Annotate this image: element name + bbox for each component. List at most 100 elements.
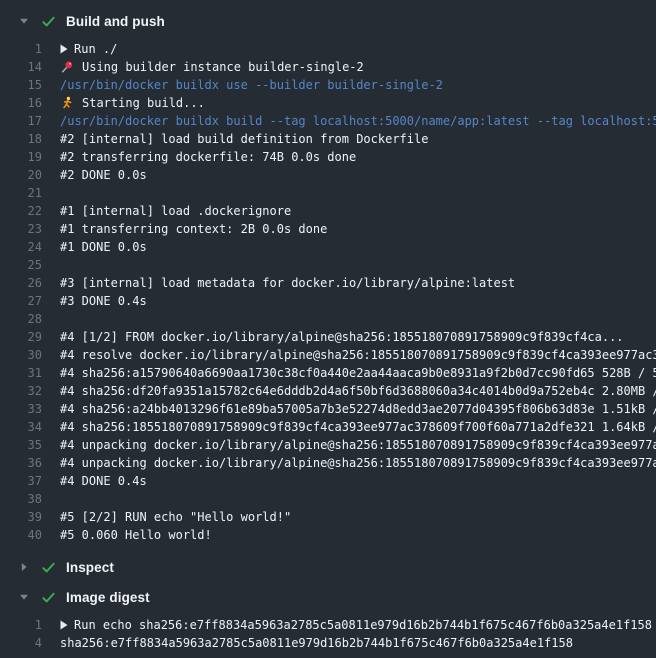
log-line-content: #2 DONE 0.0s — [60, 166, 147, 184]
log-line[interactable]: 1 Run echo sha256:e7ff8834a5963a2785c5a08… — [0, 616, 656, 634]
section-header-build-and-push[interactable]: Build and push — [0, 6, 656, 36]
log-text: #2 DONE 0.0s — [60, 166, 147, 184]
line-number[interactable]: 28 — [0, 310, 42, 328]
log-text: #4 [1/2] FROM docker.io/library/alpine@s… — [60, 328, 624, 346]
check-icon — [40, 14, 56, 29]
log-line[interactable]: 27 #3 DONE 0.4s — [0, 292, 656, 310]
log-line[interactable]: 30#4 resolve docker.io/library/alpine@sh… — [0, 346, 656, 364]
log-line-content: #4 sha256:a15790640a6690aa1730c38cf0a440… — [60, 364, 656, 382]
line-number[interactable]: 1 — [0, 616, 42, 634]
log-line[interactable]: 19#2 transferring dockerfile: 74B 0.0s d… — [0, 148, 656, 166]
line-number[interactable]: 16 — [0, 94, 42, 112]
line-number[interactable]: 18 — [0, 130, 42, 148]
log-line[interactable]: 32 #4 sha256:df20fa9351a15782c64e6dddb2d4… — [0, 382, 656, 400]
log-text: Starting build... — [82, 94, 205, 112]
log-line[interactable]: 15/usr/bin/docker buildx use --builder b… — [0, 76, 656, 94]
line-number[interactable]: 33 — [0, 400, 42, 418]
log-text: #4 sha256:185518070891758909c9f839cf4ca3… — [60, 418, 656, 436]
log-line[interactable]: 28 — [0, 310, 656, 328]
line-number[interactable]: 23 — [0, 220, 42, 238]
log-line-content: Run ./ — [60, 40, 117, 58]
log-line[interactable]: 17/usr/bin/docker buildx build --tag loc… — [0, 112, 656, 130]
line-number[interactable]: 19 — [0, 148, 42, 166]
log-line-content: #4 unpacking docker.io/library/alpine@sh… — [60, 436, 656, 454]
check-icon — [40, 560, 56, 575]
log-line-content: #2 [internal] load build definition from… — [60, 130, 428, 148]
section-header-inspect[interactable]: Inspect — [0, 552, 656, 582]
log-line[interactable]: 38 — [0, 490, 656, 508]
log-line-content: #3 [internal] load metadata for docker.i… — [60, 274, 515, 292]
log-line[interactable]: 34 #4 sha256:185518070891758909c9f839cf4c… — [0, 418, 656, 436]
log-line[interactable]: 33 #4 sha256:a24bb4013296f61e89ba57005a7b… — [0, 400, 656, 418]
line-number[interactable]: 35 — [0, 436, 42, 454]
section-title: Image digest — [66, 590, 150, 605]
log-line[interactable]: 31 #4 sha256:a15790640a6690aa1730c38cf0a4… — [0, 364, 656, 382]
log-text: #4 sha256:df20fa9351a15782c64e6dddb2d4a6… — [60, 382, 656, 400]
log-text: #4 sha256:a15790640a6690aa1730c38cf0a440… — [60, 364, 656, 382]
line-number[interactable]: 37 — [0, 472, 42, 490]
line-number[interactable]: 25 — [0, 256, 42, 274]
log-line-content: Starting build... — [60, 94, 205, 112]
log-line[interactable]: 36#4 unpacking docker.io/library/alpine@… — [0, 454, 656, 472]
log-line[interactable]: 14Using builder instance builder-single-… — [0, 58, 656, 76]
log-line[interactable]: 26 #3 [internal] load metadata for docker… — [0, 274, 656, 292]
log-line[interactable]: 20 #2 DONE 0.0s — [0, 166, 656, 184]
line-number[interactable]: 32 — [0, 382, 42, 400]
log-line[interactable]: 23 #1 transferring context: 2B 0.0s done — [0, 220, 656, 238]
line-number[interactable]: 20 — [0, 166, 42, 184]
line-number[interactable]: 17 — [0, 112, 42, 130]
chevron-down-icon — [16, 16, 32, 26]
line-number[interactable]: 21 — [0, 184, 42, 202]
log-line-content: Run echo sha256:e7ff8834a5963a2785c5a081… — [60, 616, 652, 634]
line-number[interactable]: 30 — [0, 346, 42, 364]
line-number[interactable]: 14 — [0, 58, 42, 76]
log-text: Run echo sha256:e7ff8834a5963a2785c5a081… — [74, 616, 652, 634]
line-number[interactable]: 26 — [0, 274, 42, 292]
line-number[interactable]: 27 — [0, 292, 42, 310]
log-line[interactable]: 21 — [0, 184, 656, 202]
log-line[interactable]: 40 #5 0.060 Hello world! — [0, 526, 656, 544]
log-line[interactable]: 22#1 [internal] load .dockerignore — [0, 202, 656, 220]
line-number[interactable]: 38 — [0, 490, 42, 508]
log-lines-image-digest: 1 Run echo sha256:e7ff8834a5963a2785c5a08… — [0, 616, 656, 658]
log-line-content: #4 sha256:185518070891758909c9f839cf4ca3… — [60, 418, 656, 436]
log-line-content: #1 transferring context: 2B 0.0s done — [60, 220, 327, 238]
line-number[interactable]: 34 — [0, 418, 42, 436]
line-number[interactable]: 15 — [0, 76, 42, 94]
runner-icon — [60, 96, 74, 110]
log-line[interactable]: 4 sha256:e7ff8834a5963a2785c5a0811e979d16… — [0, 634, 656, 652]
log-text: #1 transferring context: 2B 0.0s done — [60, 220, 327, 238]
line-number[interactable]: 39 — [0, 508, 42, 526]
section-header-image-digest[interactable]: Image digest — [0, 582, 656, 612]
line-number[interactable]: 40 — [0, 526, 42, 544]
log-text: sha256:e7ff8834a5963a2785c5a0811e979d16b… — [60, 634, 573, 652]
log-line[interactable]: 29 #4 [1/2] FROM docker.io/library/alpine… — [0, 328, 656, 346]
log-line[interactable]: 37 #4 DONE 0.4s — [0, 472, 656, 490]
line-number[interactable]: 1 — [0, 40, 42, 58]
log-line[interactable]: 35 #4 unpacking docker.io/library/alpine@… — [0, 436, 656, 454]
section-title: Build and push — [66, 14, 165, 29]
line-number[interactable]: 31 — [0, 364, 42, 382]
check-icon — [40, 590, 56, 605]
line-number[interactable]: 24 — [0, 238, 42, 256]
line-number[interactable]: 4 — [0, 634, 42, 652]
log-line-content: #1 DONE 0.0s — [60, 238, 147, 256]
log-line-content: #5 [2/2] RUN echo "Hello world!" — [60, 508, 291, 526]
line-number[interactable]: 36 — [0, 454, 42, 472]
log-line[interactable]: 1 Run ./ — [0, 40, 656, 58]
log-text: #3 DONE 0.4s — [60, 292, 147, 310]
log-line-content: #5 0.060 Hello world! — [60, 526, 212, 544]
log-line[interactable]: 25 — [0, 256, 656, 274]
chevron-down-icon — [16, 592, 32, 602]
log-text: /usr/bin/docker buildx build --tag local… — [60, 112, 656, 130]
log-line-content: #3 DONE 0.4s — [60, 292, 147, 310]
log-line-content: /usr/bin/docker buildx use --builder bui… — [60, 76, 443, 94]
line-number[interactable]: 29 — [0, 328, 42, 346]
log-line[interactable]: 39 #5 [2/2] RUN echo "Hello world!" — [0, 508, 656, 526]
log-line-content: #4 DONE 0.4s — [60, 472, 147, 490]
log-line[interactable]: 18 #2 [internal] load build definition fr… — [0, 130, 656, 148]
line-number[interactable]: 22 — [0, 202, 42, 220]
log-line[interactable]: 24 #1 DONE 0.0s — [0, 238, 656, 256]
log-text: #4 sha256:a24bb4013296f61e89ba57005a7b3e… — [60, 400, 656, 418]
log-line[interactable]: 16 Starting build... — [0, 94, 656, 112]
